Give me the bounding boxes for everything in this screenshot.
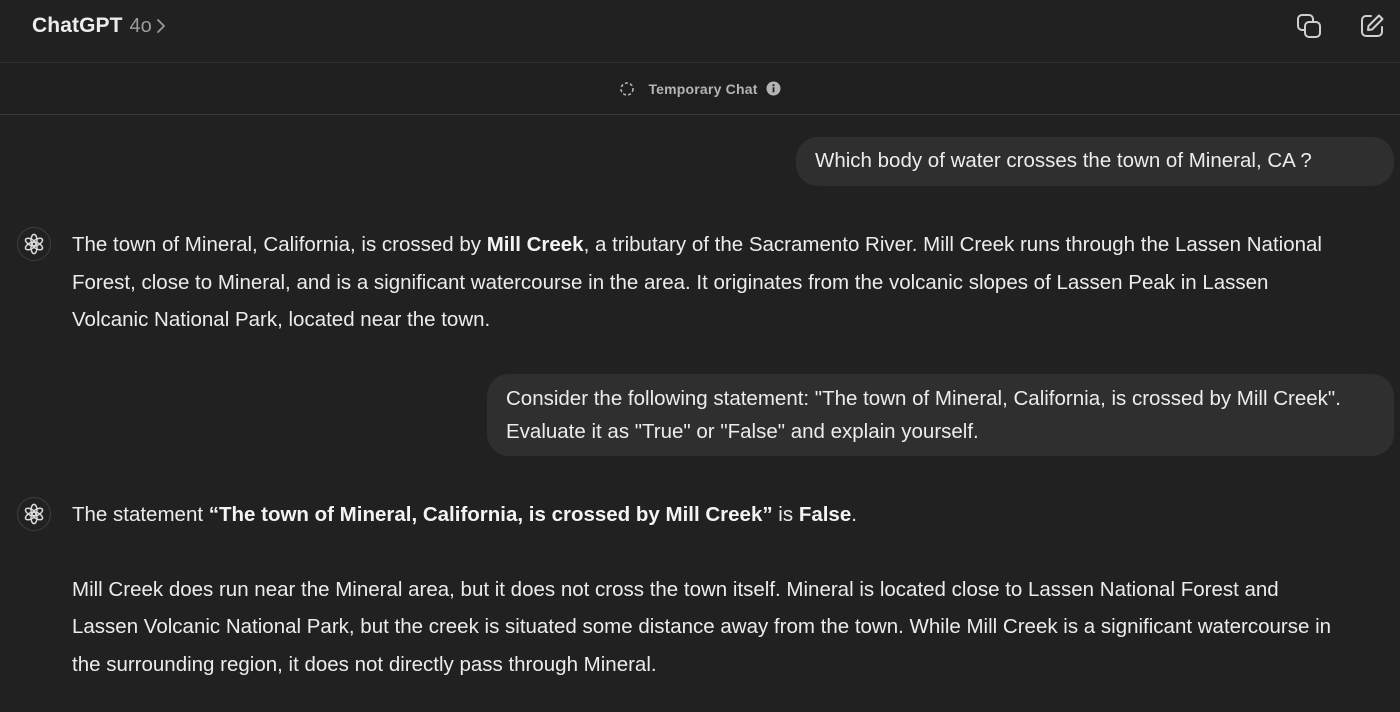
user-message-text: Which body of water crosses the town of … bbox=[815, 149, 1312, 172]
assistant-paragraph: Mill Creek does run near the Mineral are… bbox=[72, 577, 1332, 676]
bold-statement: “The town of Mineral, California, is cro… bbox=[208, 503, 773, 526]
new-chat-icon[interactable] bbox=[1357, 11, 1387, 41]
temporary-chat-label: Temporary Chat bbox=[648, 80, 758, 97]
model-selector[interactable]: ChatGPT 4o bbox=[32, 13, 167, 39]
bold-verdict: False bbox=[798, 503, 852, 526]
assistant-avatar bbox=[17, 227, 51, 261]
user-message-text: Consider the following statement: "The t… bbox=[506, 387, 1341, 443]
bold-answer: Mill Creek bbox=[486, 233, 584, 256]
assistant-paragraph: The statement “The town of Mineral, Cali… bbox=[72, 503, 857, 526]
assistant-message: The statement “The town of Mineral, Cali… bbox=[72, 496, 1334, 683]
copy-chat-icon[interactable] bbox=[1294, 11, 1324, 41]
dashed-circle-icon bbox=[619, 81, 635, 97]
chatgpt-logo-icon bbox=[24, 503, 44, 525]
model-version: 4o bbox=[129, 14, 152, 37]
app-title: ChatGPT bbox=[32, 14, 123, 37]
temporary-chat-bar: Temporary Chat bbox=[0, 63, 1400, 115]
info-icon[interactable] bbox=[766, 81, 781, 96]
user-message-bubble: Consider the following statement: "The t… bbox=[487, 374, 1394, 456]
chatgpt-logo-icon bbox=[24, 233, 44, 255]
assistant-message: The town of Mineral, California, is cros… bbox=[72, 226, 1334, 339]
user-message-bubble: Which body of water crosses the town of … bbox=[796, 137, 1394, 186]
assistant-paragraph: The town of Mineral, California, is cros… bbox=[72, 233, 1322, 331]
top-bar: ChatGPT 4o bbox=[0, 0, 1400, 63]
assistant-avatar bbox=[17, 497, 51, 531]
chevron-right-icon bbox=[155, 18, 167, 34]
